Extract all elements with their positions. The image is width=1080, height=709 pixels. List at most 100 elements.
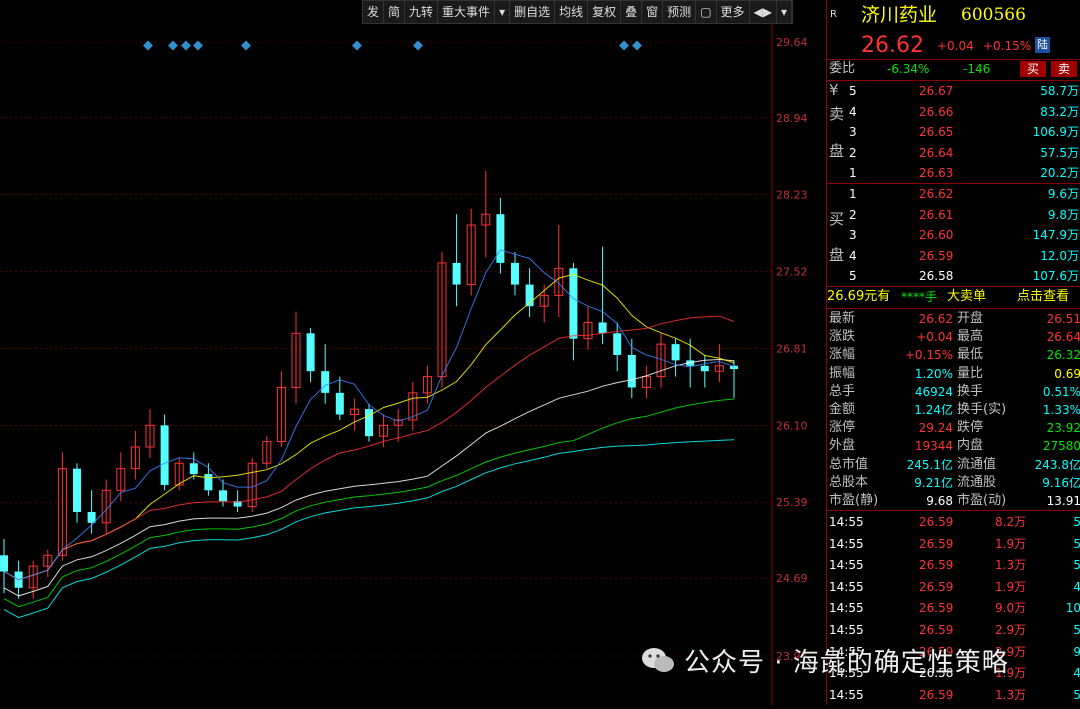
side-label: ¥ bbox=[829, 81, 839, 99]
candle-body bbox=[671, 344, 680, 361]
sell_side-level-1[interactable]: 1 26.63 20.2万 bbox=[827, 163, 1080, 183]
toolbar-item-5[interactable]: 删自选 bbox=[510, 1, 556, 23]
toolbar-item-2[interactable]: 九转 bbox=[405, 1, 439, 23]
level-price: 26.66 bbox=[919, 104, 954, 119]
tick-row: 14:55 26.59 2.9万 5 bbox=[827, 620, 1080, 641]
stat-label: 最高 bbox=[957, 329, 984, 345]
level-number: 3 bbox=[849, 228, 857, 242]
buy_side-level-2[interactable]: 2 26.61 9.8万 bbox=[827, 205, 1080, 225]
level-volume: 9.6万 bbox=[1047, 187, 1079, 201]
toolbar-item-9[interactable]: 窗 bbox=[642, 1, 664, 23]
stat-label: 内盘 bbox=[957, 438, 984, 454]
tick-time: 14:55 bbox=[829, 558, 864, 573]
stat-label: 流通股 bbox=[957, 474, 997, 490]
stat-row: 总手 46924 换手 0.51% bbox=[827, 383, 1080, 401]
stat-value: 245.1亿 bbox=[906, 457, 953, 472]
buy_side-level-4[interactable]: 4 26.59 12.0万 bbox=[827, 246, 1080, 266]
stat-label: 流通值 bbox=[957, 456, 997, 472]
candle-body bbox=[321, 371, 330, 393]
level-price: 26.60 bbox=[919, 228, 954, 242]
candle-body bbox=[73, 468, 81, 512]
toolbar-item-10[interactable]: 预测 bbox=[663, 1, 697, 23]
toolbar-item-8[interactable]: 叠 bbox=[621, 1, 643, 23]
stat-label: 市盈(动) bbox=[957, 493, 1007, 508]
level-volume: 12.0万 bbox=[1040, 248, 1079, 263]
candle-body bbox=[365, 409, 373, 437]
candle-body bbox=[160, 425, 169, 485]
stat-value: 26.64 bbox=[1046, 330, 1080, 345]
toolbar-item-13[interactable]: ◀▶ bbox=[750, 1, 778, 23]
stat-label: 最新 bbox=[829, 311, 856, 326]
candle-body bbox=[452, 262, 461, 285]
toolbar-item-7[interactable]: 复权 bbox=[588, 1, 622, 23]
tick-price: 26.59 bbox=[919, 687, 954, 702]
exchange-badge: 陆 bbox=[1035, 37, 1050, 53]
level-number: 5 bbox=[849, 269, 857, 283]
watermark-text: 公众号 · 海彘的确定性策略 bbox=[684, 647, 1009, 678]
divider bbox=[827, 308, 1080, 309]
sell_side-level-2[interactable]: 2 26.64 57.5万 bbox=[827, 143, 1080, 163]
level-number: 4 bbox=[849, 248, 857, 263]
tick-volume: 2.9万 bbox=[995, 623, 1027, 637]
stat-label: 总股本 bbox=[829, 474, 869, 490]
kline-svg[interactable]: 29.64 28.94 28.23 27.52 26.81 26.10 25.39 24.69… bbox=[0, 0, 826, 705]
stat-label: 开盘 bbox=[957, 311, 984, 326]
stat-label: 市盈(静) bbox=[829, 493, 879, 508]
level-number: 3 bbox=[849, 125, 857, 139]
big-order-row[interactable]: 26.69元有 ****手 大卖单 点击查看 bbox=[827, 287, 1080, 307]
stat-label: 涨停 bbox=[829, 420, 856, 436]
toolbar-item-0[interactable]: 发 bbox=[363, 1, 385, 23]
side-label: 盘 bbox=[829, 142, 845, 160]
tick-row: 14:55 26.59 9.0万 10 bbox=[827, 598, 1080, 619]
stat-value: 0.51% bbox=[1042, 384, 1080, 399]
stat-row: 最新 26.62 开盘 26.51 bbox=[827, 310, 1080, 328]
toolbar-item-12[interactable]: 更多 bbox=[717, 1, 750, 23]
buy_side-level-1[interactable]: 1 26.62 9.6万 bbox=[827, 184, 1080, 204]
stat-value: 1.33% bbox=[1042, 403, 1080, 417]
buy-button[interactable]: 买 bbox=[1020, 61, 1046, 77]
tick-price: 26.59 bbox=[919, 623, 954, 637]
tick-count: 4 bbox=[1073, 663, 1080, 684]
toolbar-item-14[interactable]: ▾ bbox=[777, 1, 793, 23]
big-order-price: 26.69元有 bbox=[827, 289, 891, 304]
big-order-label: 大卖单 bbox=[947, 289, 987, 304]
level-volume: 83.2万 bbox=[1040, 104, 1079, 119]
toolbar-item-3[interactable]: 重大事件 bbox=[438, 1, 496, 23]
sell_side-level-5[interactable]: 5 26.67 58.7万 bbox=[827, 81, 1080, 101]
tick-count: 5 bbox=[1073, 512, 1080, 533]
toolbar-item-11[interactable]: ▢ bbox=[696, 1, 717, 23]
webi-row: 委比 -6.34% -146 买 卖 bbox=[827, 59, 1080, 79]
sell_side-level-4[interactable]: 4 26.66 83.2万 bbox=[827, 102, 1080, 122]
candle-body bbox=[511, 262, 519, 285]
sell-button[interactable]: 卖 bbox=[1051, 61, 1077, 77]
candle-body bbox=[700, 365, 709, 372]
buy_side-level-3[interactable]: 3 26.60 147.9万 bbox=[827, 225, 1080, 245]
tick-row: 14:55 26.59 1.9万 4 bbox=[827, 577, 1080, 598]
stat-label: 换手(实) bbox=[957, 402, 1007, 417]
side-label: 买 bbox=[829, 210, 845, 228]
buy_side-level-5[interactable]: 5 26.58 107.6万 bbox=[827, 266, 1080, 286]
stat-value: 19344 bbox=[914, 439, 953, 454]
level-number: 2 bbox=[849, 145, 857, 160]
toolbar-item-1[interactable]: 简 bbox=[384, 1, 406, 23]
side-label: 卖 bbox=[829, 105, 845, 123]
stat-value: +0.04 bbox=[916, 330, 953, 345]
toolbar-item-4[interactable]: ▾ bbox=[495, 1, 511, 23]
level-price: 26.61 bbox=[919, 207, 954, 222]
big-order-link[interactable]: 点击查看 bbox=[1017, 287, 1069, 307]
toolbar-item-6[interactable]: 均线 bbox=[555, 1, 589, 23]
candle-body bbox=[496, 214, 505, 263]
stat-value: 243.8亿 bbox=[1034, 457, 1080, 472]
stat-value: 1.24亿 bbox=[914, 403, 953, 417]
sell_side-level-3[interactable]: 3 26.65 106.9万 bbox=[827, 122, 1080, 142]
candle-body bbox=[189, 463, 198, 475]
level-volume: 57.5万 bbox=[1040, 145, 1079, 160]
webi-percent: -6.34% bbox=[887, 62, 930, 76]
moving-average-line bbox=[3, 439, 735, 619]
kline-chart[interactable]: 29.64 28.94 28.23 27.52 26.81 26.10 25.39 24.69… bbox=[0, 0, 826, 705]
tick-volume: 1.9万 bbox=[995, 536, 1027, 551]
price-row: 26.62 +0.04 +0.15% 陆 bbox=[827, 33, 1080, 59]
quote-panel: R 济川药业 600566 26.62 +0.04 +0.15% 陆 委比 -6… bbox=[826, 0, 1080, 705]
stock-code: 600566 bbox=[961, 5, 1026, 25]
level-price: 26.58 bbox=[919, 269, 954, 283]
